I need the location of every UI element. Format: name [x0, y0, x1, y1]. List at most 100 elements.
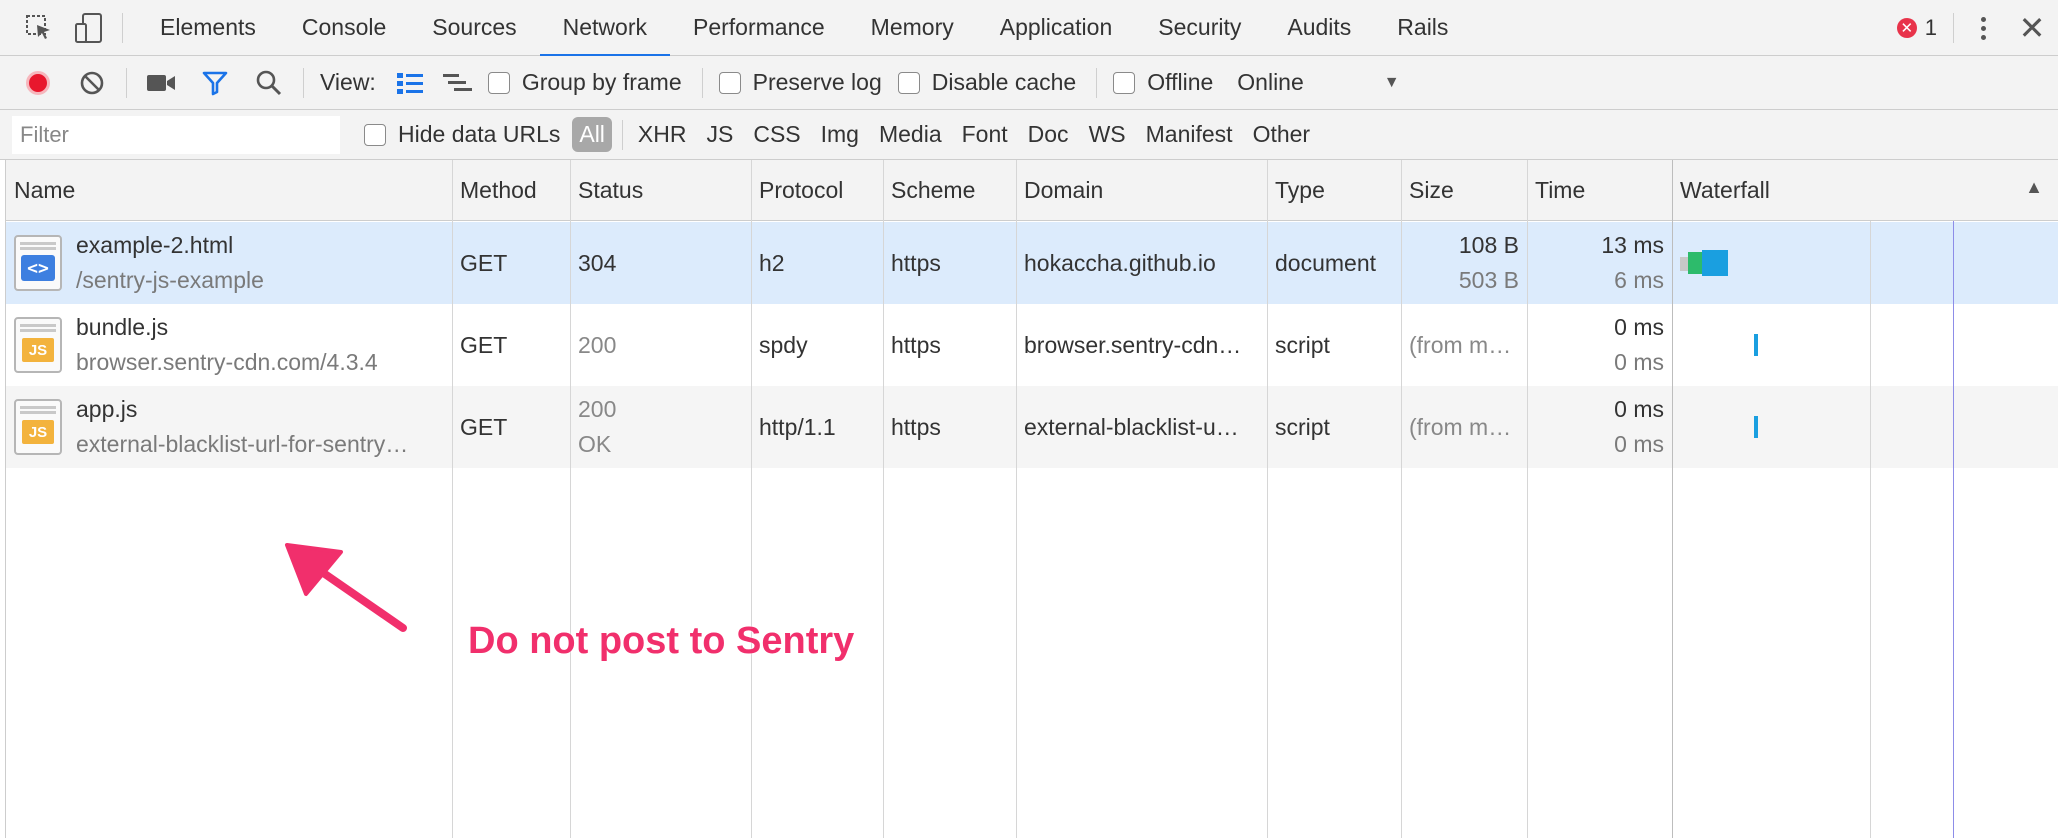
- column-header-protocol[interactable]: Protocol: [751, 160, 883, 221]
- type-filter-css[interactable]: CSS: [746, 117, 807, 152]
- tabbar-actions: ✕ 1 ✕: [1896, 0, 2058, 56]
- checkbox-label: Offline: [1147, 69, 1214, 95]
- annotation-text: Do not post to Sentry: [468, 620, 855, 662]
- time-cell: 0 ms 0 ms: [1527, 386, 1672, 468]
- total-time: 13 ms: [1601, 232, 1664, 258]
- type-filter-xhr[interactable]: XHR: [631, 117, 694, 152]
- record-icon: [26, 70, 50, 95]
- tab-network[interactable]: Network: [539, 0, 671, 57]
- tab-label: Rails: [1397, 14, 1449, 40]
- method-cell: GET: [460, 249, 508, 276]
- type-filter-font[interactable]: Font: [955, 117, 1015, 152]
- transferred-size: 108 B: [1458, 232, 1519, 258]
- column-divider[interactable]: [452, 160, 453, 838]
- column-divider[interactable]: [1401, 160, 1402, 838]
- type-filter-js[interactable]: JS: [699, 117, 740, 152]
- tab-label: Elements: [160, 14, 256, 40]
- type-filter-doc[interactable]: Doc: [1021, 117, 1076, 152]
- time-cell: 0 ms 0 ms: [1527, 304, 1672, 386]
- column-divider[interactable]: [1016, 160, 1017, 838]
- checkbox[interactable]: [718, 71, 741, 94]
- column-header-type[interactable]: Type: [1267, 160, 1401, 221]
- offline-toggle[interactable]: Offline: [1113, 69, 1213, 96]
- table-header: Name Method Status Protocol Scheme Domai…: [6, 160, 2058, 221]
- tab-performance[interactable]: Performance: [670, 0, 848, 56]
- divider: [1953, 13, 1954, 43]
- request-path: external-blacklist-url-for-sentry…: [76, 431, 409, 457]
- column-header-domain[interactable]: Domain: [1016, 160, 1267, 221]
- waterfall-area: [1672, 221, 2058, 838]
- checkbox[interactable]: [487, 71, 510, 94]
- status-cell: 304: [578, 249, 617, 276]
- column-divider[interactable]: [1267, 160, 1268, 838]
- type-filter-all[interactable]: All: [572, 117, 612, 152]
- checkbox[interactable]: [1113, 71, 1136, 94]
- overview-button[interactable]: [438, 63, 478, 103]
- tab-elements[interactable]: Elements: [137, 0, 279, 56]
- close-icon[interactable]: ✕: [2006, 0, 2058, 56]
- inspect-element-icon[interactable]: [20, 9, 58, 47]
- document-icon: <>: [14, 235, 62, 291]
- type-filter-manifest[interactable]: Manifest: [1139, 117, 1240, 152]
- column-header-status[interactable]: Status: [570, 160, 751, 221]
- capture-screenshots-button[interactable]: [141, 63, 181, 103]
- checkbox[interactable]: [897, 71, 920, 94]
- waterfall-bar: [1754, 416, 1758, 438]
- filter-input[interactable]: [12, 115, 340, 154]
- checkbox[interactable]: [364, 123, 386, 146]
- clear-button[interactable]: [72, 63, 112, 103]
- tab-label: Console: [301, 14, 387, 40]
- divider: [1096, 67, 1098, 98]
- tab-label: Security: [1158, 14, 1242, 40]
- disable-cache-toggle[interactable]: Disable cache: [897, 69, 1076, 96]
- type-filter-other[interactable]: Other: [1246, 117, 1318, 152]
- scheme-cell: https: [891, 413, 941, 440]
- view-label: View:: [320, 69, 376, 95]
- error-icon: ✕: [1896, 18, 1917, 38]
- large-rows-button[interactable]: [390, 63, 430, 103]
- scheme-cell: https: [891, 249, 941, 276]
- more-options-icon[interactable]: [1960, 0, 2006, 56]
- column-divider[interactable]: [883, 160, 884, 838]
- tab-label: Sources: [432, 14, 517, 40]
- column-divider[interactable]: [751, 160, 752, 838]
- status-code: 200: [578, 396, 617, 422]
- record-button[interactable]: [18, 63, 58, 103]
- tab-sources[interactable]: Sources: [409, 0, 539, 56]
- size-cell: (from m…: [1409, 331, 1512, 358]
- domain-cell: browser.sentry-cdn…: [1016, 304, 1267, 386]
- type-filter-media[interactable]: Media: [872, 117, 949, 152]
- device-toolbar-icon[interactable]: [70, 9, 108, 47]
- column-header-name[interactable]: Name: [6, 160, 452, 221]
- filter-bar: Hide data URLs All XHR JS CSS Img Media …: [0, 110, 2058, 160]
- domain-cell: hokaccha.github.io: [1016, 222, 1267, 304]
- error-counter[interactable]: ✕ 1: [1896, 15, 1953, 41]
- tab-rails[interactable]: Rails: [1374, 0, 1471, 56]
- scheme-cell: https: [891, 331, 941, 358]
- type-cell: script: [1275, 331, 1330, 358]
- search-button[interactable]: [249, 63, 289, 103]
- tab-application[interactable]: Application: [977, 0, 1136, 56]
- tab-audits[interactable]: Audits: [1264, 0, 1374, 56]
- group-by-frame-toggle[interactable]: Group by frame: [487, 69, 682, 96]
- throttling-value: Online: [1237, 69, 1304, 95]
- column-divider[interactable]: [1527, 160, 1528, 838]
- tab-console[interactable]: Console: [279, 0, 409, 56]
- tab-security[interactable]: Security: [1135, 0, 1264, 56]
- column-divider[interactable]: [570, 160, 571, 838]
- column-header-waterfall[interactable]: Waterfall ▲: [1672, 160, 2058, 221]
- preserve-log-toggle[interactable]: Preserve log: [718, 69, 882, 96]
- filter-toggle-button[interactable]: [195, 63, 235, 103]
- column-header-time[interactable]: Time: [1527, 160, 1672, 221]
- status-text: OK: [578, 431, 612, 457]
- type-filter-ws[interactable]: WS: [1082, 117, 1133, 152]
- column-header-method[interactable]: Method: [452, 160, 570, 221]
- column-header-size[interactable]: Size: [1401, 160, 1527, 221]
- status-cell: 200: [578, 331, 617, 358]
- type-filter-img[interactable]: Img: [814, 117, 866, 152]
- tab-label: Audits: [1287, 14, 1352, 40]
- tab-memory[interactable]: Memory: [848, 0, 977, 56]
- hide-data-urls-toggle[interactable]: Hide data URLs: [364, 121, 560, 148]
- throttling-select[interactable]: Online ▼: [1237, 69, 1399, 96]
- column-header-scheme[interactable]: Scheme: [883, 160, 1016, 221]
